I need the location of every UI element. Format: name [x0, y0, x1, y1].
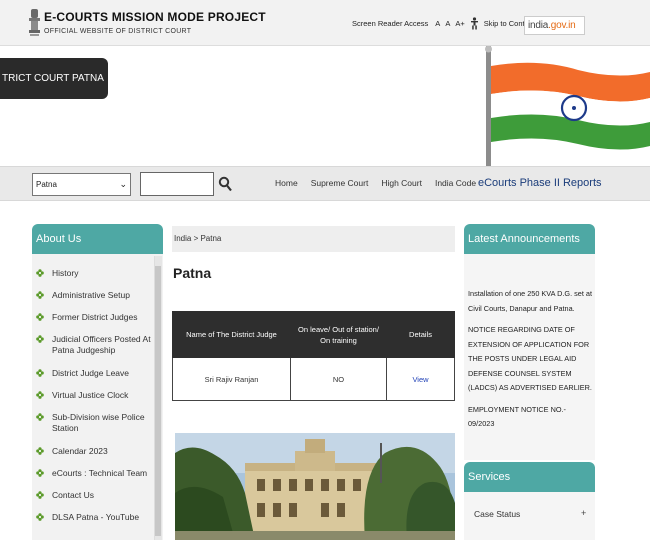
table-row: Sri Rajiv Ranjan NO View: [172, 357, 455, 401]
sidebar-scroll-thumb[interactable]: [155, 266, 161, 536]
announcement-item[interactable]: EMPLOYMENT NOTICE NO.- 09/2023: [468, 403, 592, 432]
announcement-item[interactable]: NOTICE REGARDING DATE OF EXTENSION OF AP…: [468, 323, 592, 396]
table-header-name: Name of The District Judge: [172, 311, 291, 358]
services-heading: Services: [464, 462, 595, 492]
flower-bullet-icon: [36, 491, 44, 499]
sidebar-item-technical-team[interactable]: eCourts : Technical Team: [36, 468, 154, 479]
sidebar-item-judicial-officers[interactable]: Judicial Officers Posted At Patna Judges…: [36, 334, 154, 356]
court-building-photo: [175, 433, 455, 540]
flower-bullet-icon: [36, 291, 44, 299]
screen-reader-link[interactable]: Screen Reader Access: [352, 19, 428, 28]
announcements-list: Installation of one 250 KVA D.G. set at …: [468, 287, 592, 439]
flower-bullet-icon: [36, 369, 44, 377]
accessibility-person-icon[interactable]: [470, 17, 479, 30]
font-normal-button[interactable]: A: [445, 19, 450, 28]
sidebar-item-former-district-judges[interactable]: Former District Judges: [36, 312, 154, 323]
indian-flag-icon: [485, 46, 650, 166]
sidebar-item-police-station[interactable]: Sub-Division wise Police Station: [36, 412, 154, 434]
search-icon[interactable]: [218, 176, 232, 192]
site-subtitle: OFFICIAL WEBSITE OF DISTRICT COURT: [44, 28, 192, 35]
nav-links: Home Supreme Court High Court India Code: [275, 178, 489, 188]
search-input[interactable]: [140, 172, 214, 196]
district-court-banner-button[interactable]: TRICT COURT PATNA: [0, 58, 108, 99]
page-title: Patna: [173, 265, 212, 281]
flower-bullet-icon: [36, 413, 44, 421]
about-us-heading: About Us: [32, 224, 163, 254]
sidebar-item-contact-us[interactable]: Contact Us: [36, 490, 154, 501]
accessibility-bar: Screen Reader Access A A A+ Skip to Cont…: [352, 17, 535, 30]
judge-name-cell: Sri Rajiv Ranjan: [172, 357, 291, 401]
sidebar-item-administrative-setup[interactable]: Administrative Setup: [36, 290, 154, 301]
nav-link-ecourts-reports[interactable]: eCourts Phase II Reports: [478, 177, 602, 189]
leave-status-cell: NO: [290, 357, 387, 401]
sidebar-item-virtual-justice-clock[interactable]: Virtual Justice Clock: [36, 390, 154, 401]
breadcrumb[interactable]: India > Patna: [172, 226, 455, 252]
table-header-leave: On leave/ Out of station/ On training: [290, 311, 387, 358]
font-large-button[interactable]: A+: [455, 19, 464, 28]
flower-bullet-icon: [36, 269, 44, 277]
chevron-down-icon: ⌄: [119, 179, 127, 189]
banner: TRICT COURT PATNA: [0, 46, 650, 166]
flower-bullet-icon: [36, 335, 44, 343]
flower-bullet-icon: [36, 391, 44, 399]
flower-bullet-icon: [36, 447, 44, 455]
expand-plus-icon[interactable]: +: [581, 508, 586, 518]
nav-link-india-code[interactable]: India Code: [435, 178, 476, 188]
national-emblem-icon: [29, 9, 40, 36]
india-gov-logo[interactable]: india.gov.in: [524, 16, 585, 35]
sidebar-item-calendar[interactable]: Calendar 2023: [36, 446, 154, 457]
sidebar-item-district-judge-leave[interactable]: District Judge Leave: [36, 368, 154, 379]
view-details-link[interactable]: View: [386, 357, 455, 401]
district-judge-table: Name of The District Judge On leave/ Out…: [172, 311, 455, 401]
font-small-button[interactable]: A: [435, 19, 440, 28]
nav-link-supreme-court[interactable]: Supreme Court: [311, 178, 369, 188]
top-header: E-COURTS MISSION MODE PROJECT OFFICIAL W…: [0, 0, 650, 46]
table-header-details: Details: [386, 311, 455, 358]
site-title: E-COURTS MISSION MODE PROJECT: [44, 10, 266, 24]
flower-bullet-icon: [36, 313, 44, 321]
sidebar-item-dlsa-youtube[interactable]: DLSA Patna - YouTube: [36, 512, 154, 523]
district-select[interactable]: Patna ⌄: [32, 173, 131, 196]
navbar: Patna ⌄ Home Supreme Court High Court In…: [0, 166, 650, 201]
nav-link-high-court[interactable]: High Court: [381, 178, 422, 188]
latest-announcements-heading: Latest Announcements: [464, 224, 595, 254]
announcement-item[interactable]: Installation of one 250 KVA D.G. set at …: [468, 287, 592, 316]
flower-bullet-icon: [36, 469, 44, 477]
nav-link-home[interactable]: Home: [275, 178, 298, 188]
service-item-case-status[interactable]: Case Status: [474, 509, 520, 519]
about-us-menu: History Administrative Setup Former Dist…: [36, 268, 154, 523]
flower-bullet-icon: [36, 513, 44, 521]
sidebar-item-history[interactable]: History: [36, 268, 154, 279]
